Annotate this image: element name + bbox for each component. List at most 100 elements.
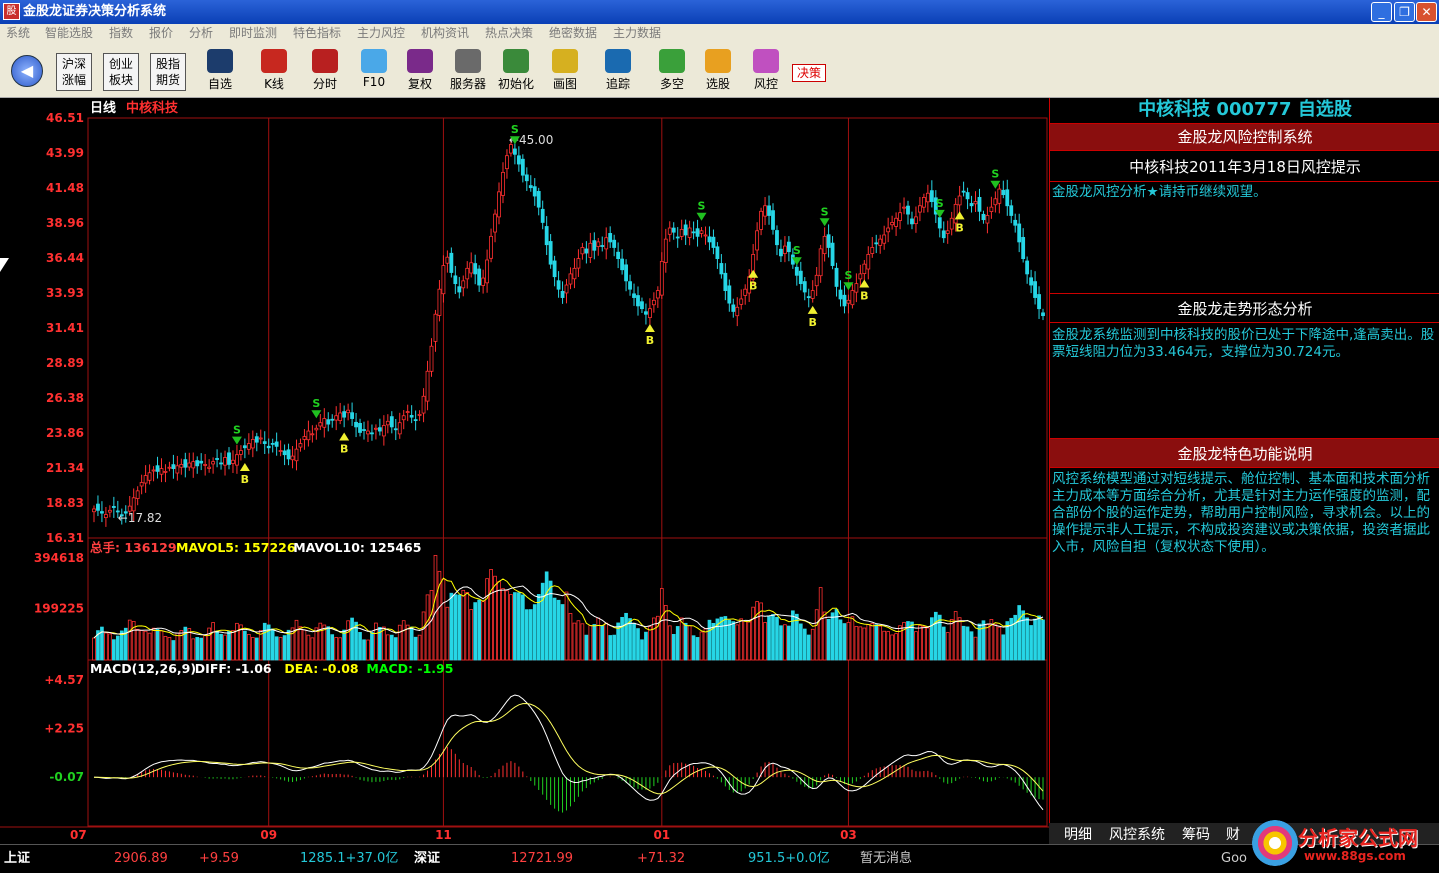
candle-body (246, 443, 251, 450)
huatu-icon (552, 49, 578, 73)
huatu-label: 画图 (552, 77, 577, 91)
volume-bar (584, 634, 589, 661)
volume-bar (1041, 619, 1045, 661)
volume-bar (536, 594, 541, 661)
menu-system[interactable]: 系统 (6, 24, 30, 43)
menu-hot[interactable]: 热点决策 (485, 24, 533, 43)
kline-button[interactable]: K线 (254, 47, 294, 95)
tab-risk-system[interactable]: 风控系统 (1109, 824, 1165, 844)
candle-body (866, 254, 871, 270)
huatu-button[interactable]: 画图 (545, 47, 585, 95)
sell-signal-label: S (936, 197, 944, 210)
tab-detail[interactable]: 明细 (1064, 824, 1092, 844)
candle-body (898, 212, 902, 221)
volume-bar (794, 613, 799, 661)
volume-bar (231, 630, 235, 661)
candle-body (993, 198, 998, 206)
volume-bar (346, 620, 350, 661)
sell-signal-label: S (844, 269, 852, 282)
restore-button[interactable]: ❐ (1394, 2, 1415, 22)
candle-body (417, 413, 422, 416)
fengkong-label: 风控 (753, 77, 778, 91)
candle-body (671, 227, 676, 233)
volume-bar (997, 626, 1002, 661)
candle-body (890, 222, 895, 226)
volume-bar (544, 571, 549, 661)
volume-bar (703, 628, 708, 661)
volume-bar (409, 626, 414, 661)
candle-body (798, 270, 803, 285)
decide-button[interactable]: 决策 (792, 64, 826, 82)
f10-button[interactable]: F10 (354, 47, 394, 95)
feature-header: 金股龙特色功能说明 (1050, 438, 1439, 468)
trend-text: 金股龙系统监测到中核科技的股价已处于下降途中,逢高卖出。股票短线阻力位为33.4… (1052, 327, 1435, 360)
sell-signal-icon (231, 436, 242, 445)
candle-body (179, 464, 184, 468)
duokong-button[interactable]: 多空 (652, 47, 692, 95)
candle-body (1033, 281, 1037, 298)
fuquan-icon (407, 49, 433, 73)
menu-news[interactable]: 机构资讯 (421, 24, 469, 43)
sell-signal-label: S (511, 123, 519, 136)
candle-body (572, 267, 577, 280)
chushihua-button[interactable]: 初始化 (496, 47, 536, 95)
candle-body (282, 450, 287, 456)
xuangu-button[interactable]: 选股 (698, 47, 738, 95)
candle-body (874, 242, 879, 245)
menu-quote[interactable]: 报价 (149, 24, 173, 43)
candle-body (485, 259, 490, 284)
stock-chart[interactable]: 07 09 11 01 03 46.51 43.99 41.48 38.96 36.44 33.93… (0, 98, 1049, 844)
tab-chips[interactable]: 筹码 (1182, 824, 1210, 844)
menu-main-data[interactable]: 主力数据 (613, 24, 661, 43)
volume-bar (771, 614, 775, 661)
candle-body (143, 475, 148, 484)
volume-bar (314, 627, 319, 661)
title-bar[interactable]: 股 金股龙证券决策分析系统 _ ❐ ✕ (0, 0, 1439, 24)
y-tick-label: 46.51 (46, 111, 84, 125)
fengkong-button[interactable]: 风控 (746, 47, 786, 95)
fuquan-button[interactable]: 复权 (400, 47, 440, 95)
close-button[interactable]: ✕ (1416, 2, 1437, 22)
chuangye-button[interactable]: 创业 板块 (103, 53, 139, 91)
zhuizong-button[interactable]: 追踪 (598, 47, 638, 95)
fuwuqi-button[interactable]: 服务器 (448, 47, 488, 95)
back-button[interactable]: ◀ (11, 55, 43, 87)
candle-body (266, 445, 271, 449)
volume-bar (985, 624, 990, 661)
candle-body (624, 264, 628, 282)
chart-area[interactable]: 07 09 11 01 03 46.51 43.99 41.48 38.96 36.44 33.93… (0, 98, 1049, 844)
menu-index[interactable]: 指数 (109, 24, 133, 43)
candle-body (910, 218, 914, 225)
candle-body (556, 280, 561, 290)
sz-change: +71.32 (637, 851, 686, 866)
candle-body (270, 442, 275, 445)
menu-analysis[interactable]: 分析 (189, 24, 213, 43)
volume-bar (1017, 605, 1022, 661)
volume-bar (612, 634, 616, 661)
volume-bar (282, 635, 287, 661)
menu-monitor[interactable]: 即时监测 (229, 24, 277, 43)
candle-body (524, 174, 529, 182)
guzhi-button[interactable]: 股指 期货 (150, 53, 186, 91)
candle-body (743, 288, 748, 296)
fenshi-button[interactable]: 分时 (305, 47, 345, 95)
candle-body (953, 203, 958, 224)
candle-body (838, 289, 843, 300)
menu-risk[interactable]: 主力风控 (357, 24, 405, 43)
volume-bar (779, 625, 783, 661)
tab-finance[interactable]: 财 (1226, 824, 1240, 844)
hushen-button[interactable]: 沪深 涨幅 (56, 53, 92, 91)
volume-bar (802, 628, 807, 661)
candle-body (489, 235, 493, 259)
minimize-button[interactable]: _ (1371, 2, 1392, 22)
candle-body (429, 345, 434, 372)
candle-body (100, 511, 104, 514)
menu-smart-pick[interactable]: 智能选股 (45, 24, 93, 43)
candle-body (306, 430, 311, 441)
candle-body (925, 192, 930, 203)
macd-legend-item: MACD(12,26,9) (90, 661, 196, 676)
menu-secret[interactable]: 绝密数据 (549, 24, 597, 43)
zixuan-button[interactable]: 自选 (200, 47, 240, 95)
menu-bar: 系统 智能选股 指数 报价 分析 即时监测 特色指标 主力风控 机构资讯 热点决… (0, 24, 1439, 43)
menu-indicators[interactable]: 特色指标 (293, 24, 341, 43)
